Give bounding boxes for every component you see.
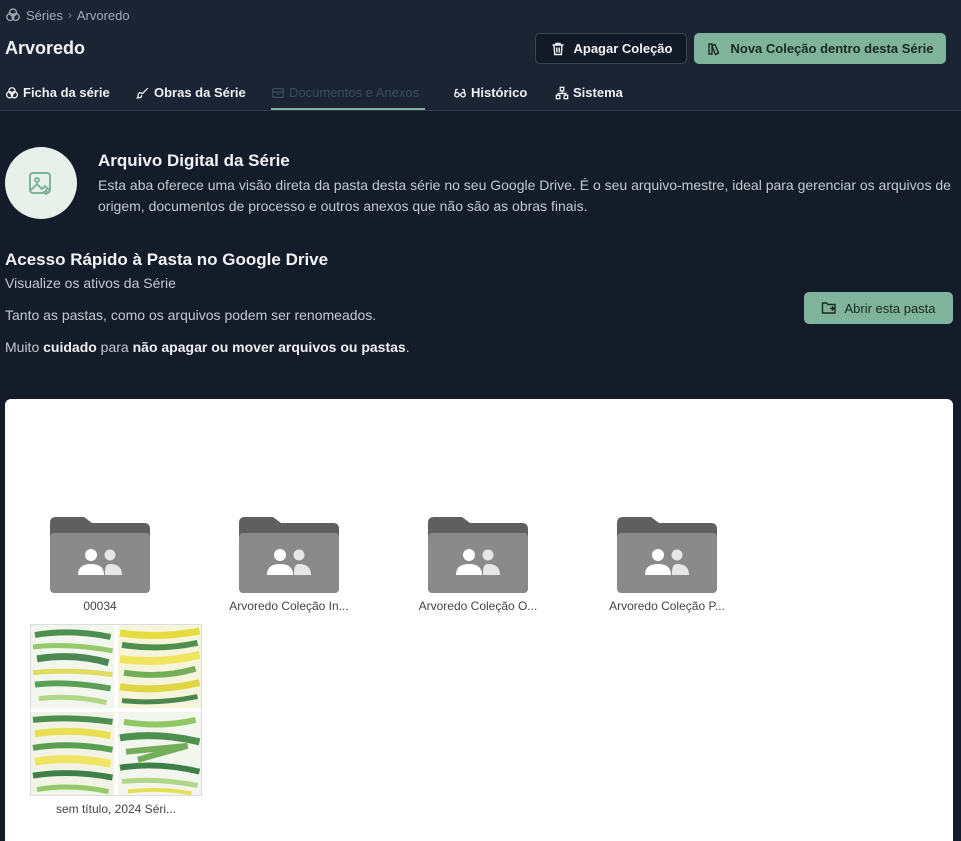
page-title: Arvoredo [5, 38, 86, 58]
open-folder-button[interactable]: Abrir esta pasta [804, 292, 953, 324]
tab-obras-da-serie[interactable]: Obras da Série [136, 80, 246, 110]
intro-description: Esta aba oferece uma visão direta da pas… [98, 177, 951, 214]
artwork-thumbnail-quadrant [117, 711, 201, 795]
drive-item-label: Arvoredo Coleção In... [229, 599, 349, 613]
shared-folder-icon [50, 517, 150, 593]
archive-icon [272, 87, 284, 99]
shared-folder-icon [239, 517, 339, 593]
artwork-thumbnail-quadrant [31, 625, 115, 709]
drive-embed-panel: 00034 Arvoredo Coleção In... Arvoredo Co… [5, 399, 953, 841]
drive-section-subtitle: Visualize os ativos da Série [5, 275, 176, 291]
tab-label: Sistema [573, 85, 623, 100]
venn-circles-icon [5, 87, 19, 99]
breadcrumb-root-link[interactable]: Séries [26, 8, 63, 23]
breadcrumb-separator: › [67, 8, 72, 22]
brush-icon [136, 87, 149, 99]
delete-collection-label: Apagar Coleção [573, 41, 673, 56]
breadcrumb-current: Arvoredo [76, 7, 130, 23]
drive-item-label: sem título, 2024 Séri... [55, 802, 177, 816]
top-bar: Séries › Arvoredo Arvoredo Apagar Coleçã… [0, 0, 961, 111]
tab-label: Documentos e Anexos [289, 85, 420, 100]
drive-section-title: Acesso Rápido à Pasta no Google Drive [5, 250, 329, 269]
shared-folder-icon [617, 517, 717, 593]
drive-item-label: Arvoredo Coleção O... [418, 599, 538, 613]
tab-documentos-e-anexos[interactable]: Documentos e Anexos [271, 80, 425, 110]
folder-open-icon [822, 302, 837, 314]
drive-folder-arvoredo-colecao-o[interactable]: Arvoredo Coleção O... [403, 517, 553, 613]
library-icon [708, 42, 720, 55]
new-collection-button[interactable]: Nova Coleção dentro desta Série [694, 33, 946, 64]
tab-label: Histórico [471, 85, 528, 100]
delete-collection-button[interactable]: Apagar Coleção [535, 33, 687, 64]
drive-item-label: Arvoredo Coleção P... [609, 599, 725, 613]
breadcrumb: Séries › Arvoredo [5, 6, 130, 24]
open-folder-label: Abrir esta pasta [844, 300, 936, 316]
trash-icon [552, 42, 563, 55]
drive-folder-arvoredo-colecao-p[interactable]: Arvoredo Coleção P... [592, 517, 742, 613]
artwork-thumbnail-quadrant [117, 625, 201, 709]
glasses-icon [454, 88, 466, 98]
artwork-thumbnail-quadrant [31, 711, 115, 795]
drive-file-image[interactable]: sem título, 2024 Séri... [30, 624, 202, 816]
tab-sistema[interactable]: Sistema [555, 80, 623, 110]
image-thumbnail [30, 624, 202, 796]
caution-note: Muito cuidado para não apagar ou mover a… [5, 339, 410, 355]
intro-title: Arquivo Digital da Série [98, 151, 290, 170]
drive-folder-arvoredo-colecao-in[interactable]: Arvoredo Coleção In... [214, 517, 364, 613]
venn-circles-icon [6, 8, 20, 22]
image-folder-icon [5, 147, 77, 219]
tab-label: Obras da Série [154, 85, 246, 100]
drive-item-label: 00034 [83, 599, 117, 613]
shared-folder-icon [428, 517, 528, 593]
network-icon [555, 86, 569, 100]
tab-historico[interactable]: Histórico [453, 80, 527, 110]
tab-ficha-da-serie[interactable]: Ficha da série [5, 80, 110, 110]
rename-note: Tanto as pastas, como os arquivos podem … [5, 307, 377, 323]
new-collection-label: Nova Coleção dentro desta Série [730, 41, 934, 56]
tab-label: Ficha da série [23, 85, 110, 100]
drive-folder-00034[interactable]: 00034 [25, 517, 175, 613]
